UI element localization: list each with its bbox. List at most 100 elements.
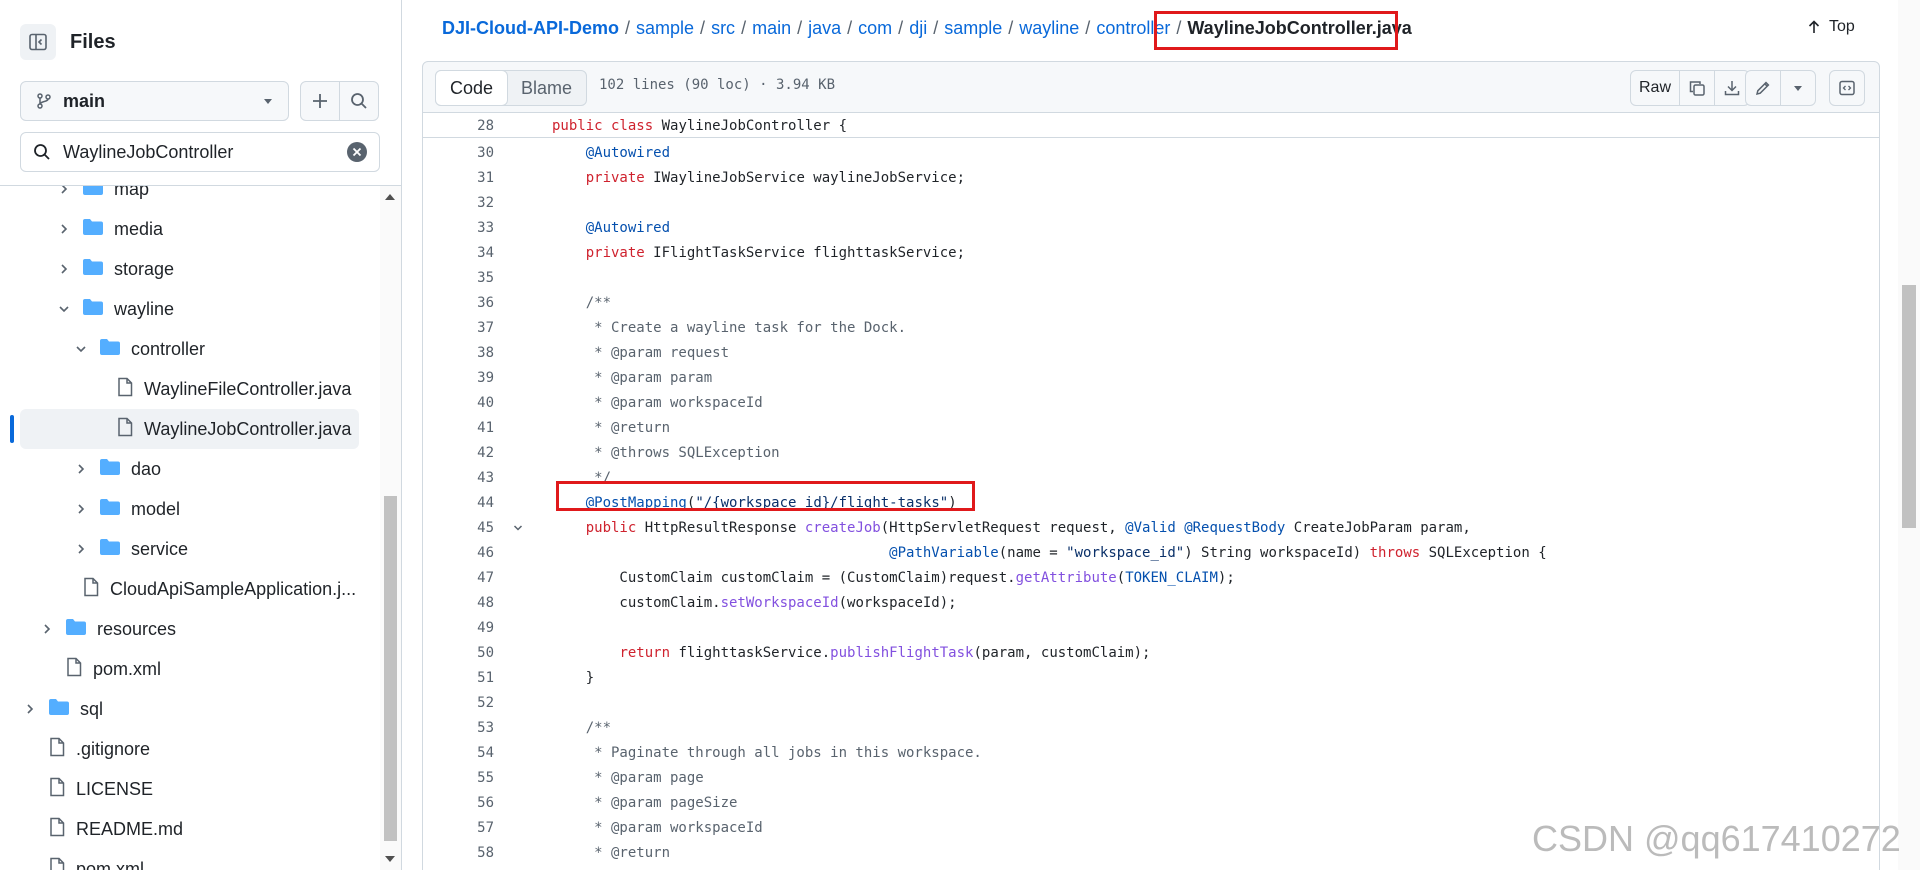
expand-toggle[interactable]	[54, 299, 74, 319]
line-number[interactable]: 46	[423, 545, 494, 561]
fold-toggle[interactable]	[494, 522, 542, 534]
tree-file[interactable]: WaylineJobController.java	[0, 409, 380, 449]
line-number[interactable]: 44	[423, 495, 494, 511]
line-number[interactable]: 55	[423, 770, 494, 786]
line-number[interactable]: 47	[423, 570, 494, 586]
file-search-input[interactable]: WaylineJobController	[20, 132, 380, 172]
expand-toggle[interactable]	[71, 539, 91, 559]
tree-folder[interactable]: model	[0, 489, 380, 529]
breadcrumb-separator: /	[625, 18, 631, 38]
expand-toggle[interactable]	[71, 459, 91, 479]
code-text: CustomClaim customClaim = (CustomClaim)r…	[552, 569, 1235, 586]
collapse-sidebar-button[interactable]	[20, 24, 56, 60]
line-number[interactable]: 53	[423, 720, 494, 736]
expand-toggle[interactable]	[37, 619, 57, 639]
line-number[interactable]: 56	[423, 795, 494, 811]
expand-toggle[interactable]	[54, 259, 74, 279]
clear-search-button[interactable]	[347, 142, 367, 162]
line-number[interactable]: 45	[423, 520, 494, 536]
line-number[interactable]: 48	[423, 595, 494, 611]
line-number[interactable]: 43	[423, 470, 494, 486]
line-number[interactable]: 35	[423, 270, 494, 286]
line-number[interactable]: 57	[423, 820, 494, 836]
expand-toggle[interactable]	[20, 699, 40, 719]
watermark: CSDN @qq617410272	[1532, 818, 1901, 859]
line-number[interactable]: 42	[423, 445, 494, 461]
panel-icon	[1839, 80, 1855, 96]
tree-file[interactable]: README.md	[0, 809, 380, 849]
file-icon	[50, 777, 65, 796]
code-text: /**	[585, 294, 612, 311]
breadcrumb-link[interactable]: main	[752, 18, 791, 39]
breadcrumb-link[interactable]: com	[858, 18, 892, 39]
tree-file[interactable]: WaylineFileController.java	[0, 369, 380, 409]
expand-toggle[interactable]	[54, 186, 74, 199]
tree-folder[interactable]: storage	[0, 249, 380, 289]
breadcrumb-link[interactable]: DJI-Cloud-API-Demo	[442, 18, 619, 39]
line-number[interactable]: 49	[423, 620, 494, 636]
line-number[interactable]: 38	[423, 345, 494, 361]
tree-file[interactable]: .gitignore	[0, 729, 380, 769]
scrollbar-thumb[interactable]	[1902, 285, 1916, 528]
code-line: 55 * @param page	[423, 765, 1879, 790]
tree-file[interactable]: pom.xml	[0, 649, 380, 689]
scroll-up-arrow-icon[interactable]	[385, 194, 395, 200]
tree-folder[interactable]: wayline	[0, 289, 380, 329]
tab-blame[interactable]: Blame	[507, 71, 586, 105]
edit-button[interactable]	[1746, 71, 1781, 105]
raw-button[interactable]: Raw	[1631, 71, 1681, 105]
line-number[interactable]: 30	[423, 145, 494, 161]
line-number[interactable]: 36	[423, 295, 494, 311]
line-number[interactable]: 41	[423, 420, 494, 436]
top-link[interactable]: Top	[1807, 18, 1855, 36]
add-file-button[interactable]	[300, 81, 340, 121]
sidebar-scrollbar[interactable]	[380, 186, 401, 870]
line-number[interactable]: 32	[423, 195, 494, 211]
tab-code[interactable]: Code	[435, 70, 509, 106]
folder-icon	[100, 538, 120, 555]
line-number[interactable]: 50	[423, 645, 494, 661]
line-number[interactable]: 31	[423, 170, 494, 186]
copy-button[interactable]	[1680, 71, 1716, 105]
tree-file[interactable]: CloudApiSampleApplication.j...	[0, 569, 380, 609]
breadcrumb-link[interactable]: src	[711, 18, 735, 39]
tree-file[interactable]: LICENSE	[0, 769, 380, 809]
breadcrumb-link[interactable]: sample	[944, 18, 1002, 39]
code-text: * @param request	[552, 344, 730, 361]
expand-toggle[interactable]	[54, 219, 74, 239]
expand-toggle[interactable]	[71, 499, 91, 519]
tree-folder[interactable]: map	[0, 186, 380, 209]
scroll-down-arrow-icon[interactable]	[385, 856, 395, 862]
line-number[interactable]: 28	[423, 118, 494, 134]
tree-folder[interactable]: sql	[0, 689, 380, 729]
page-scrollbar[interactable]	[1898, 0, 1920, 870]
line-number[interactable]: 34	[423, 245, 494, 261]
line-number[interactable]: 54	[423, 745, 494, 761]
breadcrumb-link[interactable]: dji	[909, 18, 927, 39]
line-number[interactable]: 52	[423, 695, 494, 711]
tree-folder[interactable]: media	[0, 209, 380, 249]
line-number[interactable]: 40	[423, 395, 494, 411]
symbols-button[interactable]	[1830, 71, 1864, 105]
line-number[interactable]: 51	[423, 670, 494, 686]
sticky-code-line: 28 public class WaylineJobController {	[423, 113, 1879, 138]
expand-toggle[interactable]	[71, 339, 91, 359]
tree-folder[interactable]: resources	[0, 609, 380, 649]
breadcrumb-link[interactable]: java	[808, 18, 841, 39]
line-number[interactable]: 33	[423, 220, 494, 236]
search-files-button[interactable]	[339, 81, 379, 121]
tree-file[interactable]: pom.xml	[0, 849, 380, 870]
line-number[interactable]: 37	[423, 320, 494, 336]
breadcrumb-link[interactable]: sample	[636, 18, 694, 39]
edit-options-dropdown[interactable]	[1781, 71, 1815, 105]
line-number[interactable]: 58	[423, 845, 494, 861]
breadcrumb-link[interactable]: wayline	[1019, 18, 1079, 39]
download-button[interactable]	[1715, 71, 1749, 105]
branch-selector[interactable]: main	[20, 81, 289, 121]
tree-folder[interactable]: service	[0, 529, 380, 569]
tree-folder[interactable]: dao	[0, 449, 380, 489]
line-number[interactable]: 39	[423, 370, 494, 386]
scrollbar-thumb[interactable]	[384, 496, 397, 841]
tree-folder[interactable]: controller	[0, 329, 380, 369]
tree-item-label: media	[114, 218, 164, 239]
